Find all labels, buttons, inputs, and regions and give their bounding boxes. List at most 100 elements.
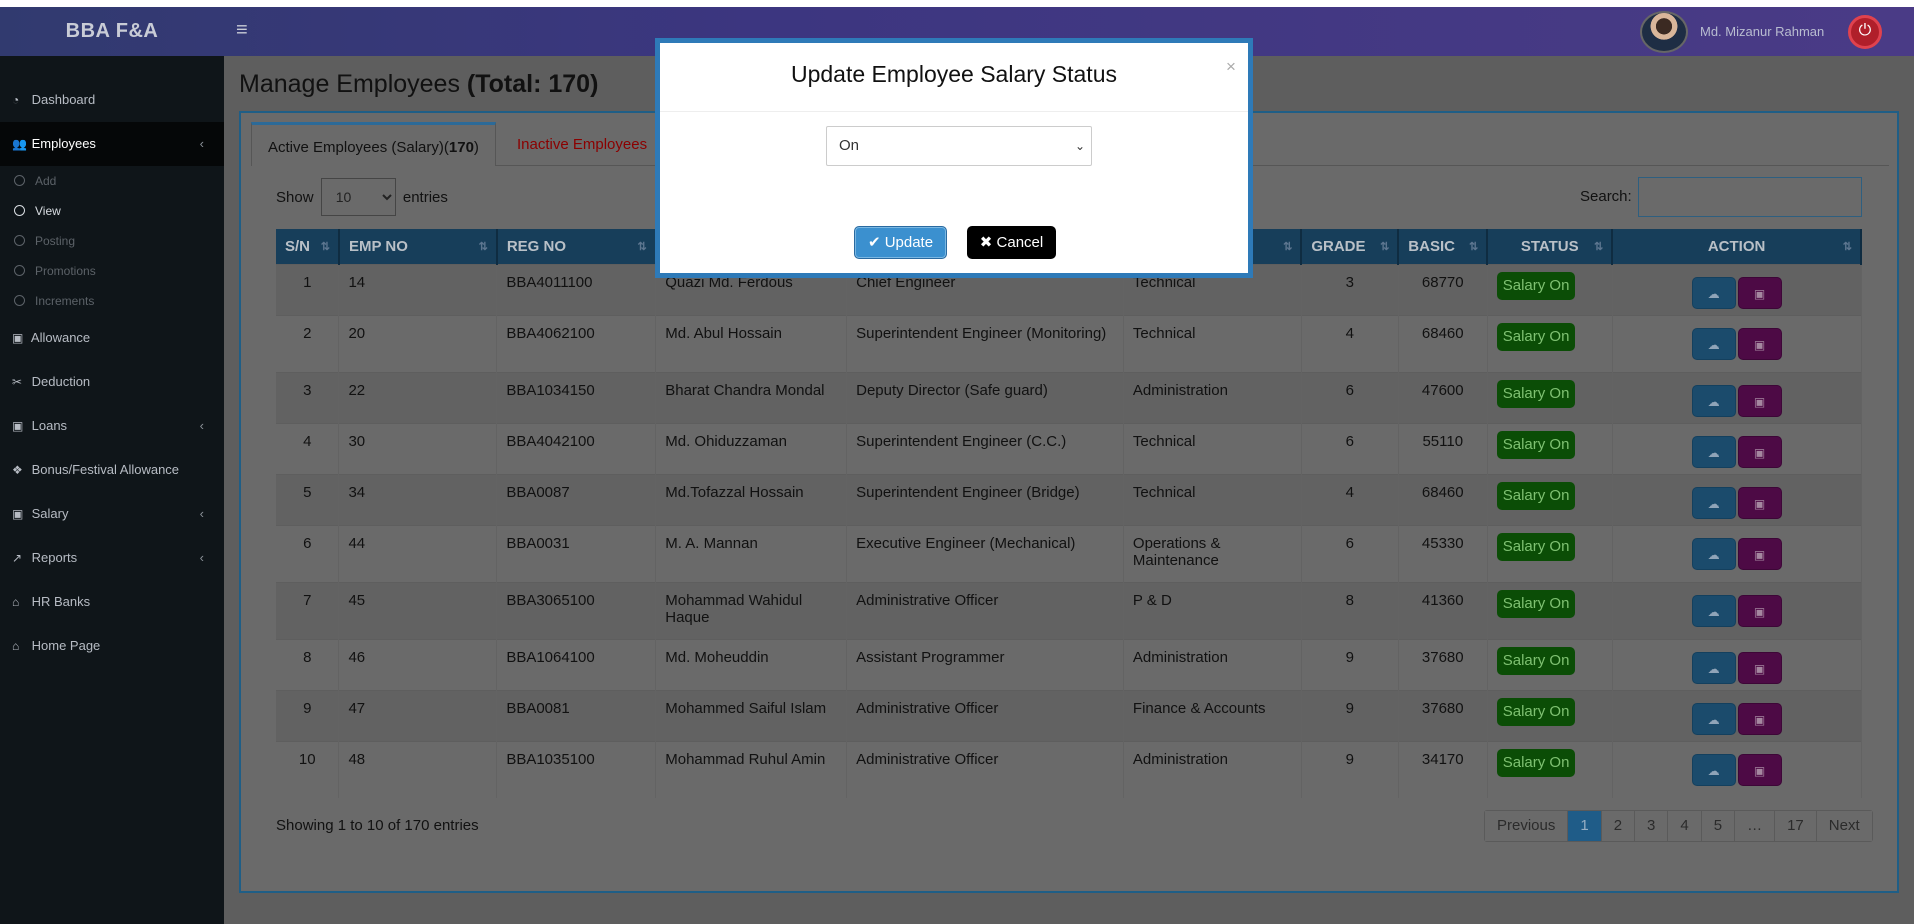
cell-department: Technical: [1123, 422, 1302, 474]
page-5[interactable]: 5: [1701, 811, 1736, 841]
sidebar-item-employees[interactable]: 👥 Employees ‹: [0, 122, 224, 166]
cell-basic: 68460: [1398, 473, 1488, 525]
sidebar-sub-increments[interactable]: Increments: [0, 286, 224, 316]
update-button[interactable]: ✔ Update: [854, 226, 947, 259]
cell-department: Administration: [1123, 638, 1302, 690]
money-button[interactable]: ▣: [1737, 651, 1782, 684]
money-button[interactable]: ▣: [1737, 753, 1782, 786]
cell-basic: 37680: [1398, 689, 1488, 741]
sidebar-item-reports[interactable]: ↗ Reports ‹: [0, 536, 224, 580]
status-badge: Salary On: [1496, 430, 1576, 459]
edit-salary-button[interactable]: ☁: [1691, 276, 1736, 309]
table-row: 5 34 BBA0087 Md.Tofazzal Hossain Superin…: [276, 473, 1862, 525]
status-badge: Salary On: [1496, 271, 1576, 300]
money-button[interactable]: ▣: [1737, 594, 1782, 627]
sidebar-item-dashboard[interactable]: ◔ Dashboard: [0, 78, 224, 122]
power-icon[interactable]: ⏻: [1848, 15, 1882, 49]
menu-toggle-icon[interactable]: ≡: [236, 19, 248, 42]
page-1[interactable]: 1: [1568, 811, 1602, 841]
sidebar-item-label: Salary: [31, 506, 69, 521]
edit-salary-button[interactable]: ☁: [1691, 486, 1736, 519]
status-badge: Salary On: [1496, 532, 1576, 561]
sidebar-item-bonus[interactable]: ❖ Bonus/Festival Allowance: [0, 448, 224, 492]
column-header-basic[interactable]: BASIC ⇅: [1398, 229, 1489, 264]
user-name[interactable]: Md. Mizanur Rahman: [1700, 24, 1824, 39]
cell-sn: 3: [276, 371, 340, 423]
cell-reg-no: BBA4042100: [496, 422, 657, 474]
sidebar-sub-promotions[interactable]: Promotions: [0, 256, 224, 286]
tab-active-employees[interactable]: Active Employees (Salary)(170): [251, 122, 496, 166]
column-header-emp-no[interactable]: EMP NO ⇅: [338, 229, 498, 264]
tab-inactive-employees[interactable]: Inactive Employees: [501, 122, 663, 166]
sidebar-item-loans[interactable]: ▣ Loans ‹: [0, 404, 224, 448]
page-4[interactable]: 4: [1668, 811, 1702, 841]
sidebar-sub-add[interactable]: Add: [0, 166, 224, 196]
cell-designation: Administrative Officer: [846, 689, 1124, 741]
money-button[interactable]: ▣: [1737, 327, 1782, 360]
edit-salary-button[interactable]: ☁: [1691, 651, 1736, 684]
sidebar-item-label: Bonus/Festival Allowance: [31, 462, 180, 477]
sidebar-sub-posting[interactable]: Posting: [0, 226, 224, 256]
cell-emp-no: 14: [338, 263, 498, 315]
sidebar-item-deduction[interactable]: ✂ Deduction: [0, 360, 224, 404]
edit-salary-button[interactable]: ☁: [1691, 702, 1736, 735]
edit-salary-button[interactable]: ☁: [1691, 435, 1736, 468]
column-header-label: ACTION: [1707, 237, 1766, 255]
page-17[interactable]: 17: [1775, 811, 1817, 841]
page-next[interactable]: Next: [1816, 811, 1872, 841]
money-button[interactable]: ▣: [1737, 435, 1782, 468]
sidebar-item-home-page[interactable]: ⌂ Home Page: [0, 624, 224, 668]
sidebar-sub-view[interactable]: View: [0, 196, 224, 226]
tab-count: 170: [448, 139, 474, 156]
avatar[interactable]: [1640, 11, 1688, 53]
cell-grade: 9: [1301, 689, 1399, 741]
sidebar-item-salary[interactable]: ▣ Salary ‹: [0, 492, 224, 536]
salary-status-select[interactable]: On ⌄: [826, 126, 1092, 166]
circle-icon: [14, 265, 25, 276]
modal-title: Update Employee Salary Status: [790, 61, 1117, 87]
edit-salary-button[interactable]: ☁: [1691, 594, 1736, 627]
circle-icon: [14, 235, 25, 246]
column-header-action[interactable]: ACTION ⇅: [1612, 229, 1862, 264]
money-icon: ▣: [12, 331, 24, 345]
column-header-status[interactable]: STATUS ⇅: [1487, 229, 1614, 264]
cell-name: Md.Tofazzal Hossain: [655, 473, 848, 525]
cell-emp-no: 46: [338, 638, 498, 690]
status-badge: Salary On: [1496, 748, 1576, 777]
money-button[interactable]: ▣: [1737, 702, 1782, 735]
column-header-grade[interactable]: GRADE ⇅: [1301, 229, 1400, 264]
edit-salary-button[interactable]: ☁: [1691, 384, 1736, 417]
sidebar-item-hr-banks[interactable]: ⌂ HR Banks: [0, 580, 224, 624]
cell-action: ☁ ▣: [1612, 263, 1862, 315]
sort-icon: ⇅: [1380, 241, 1390, 253]
sidebar-item-label: Allowance: [30, 330, 91, 345]
search-input[interactable]: [1638, 177, 1862, 217]
money-button[interactable]: ▣: [1737, 486, 1782, 519]
money-button[interactable]: ▣: [1737, 384, 1782, 417]
cancel-button[interactable]: ✖ Cancel: [967, 226, 1056, 259]
money-button[interactable]: ▣: [1737, 537, 1782, 570]
cell-sn: 10: [276, 740, 340, 798]
times-icon: ✖: [979, 234, 993, 251]
cell-status: Salary On: [1487, 524, 1613, 582]
edit-salary-button[interactable]: ☁: [1691, 327, 1736, 360]
column-header-sn[interactable]: S/N ⇅: [276, 229, 340, 264]
entries-select[interactable]: 10: [320, 178, 396, 216]
close-icon[interactable]: ×: [1226, 57, 1236, 77]
cell-action: ☁ ▣: [1612, 314, 1862, 372]
edit-salary-button[interactable]: ☁: [1691, 537, 1736, 570]
page-2[interactable]: 2: [1601, 811, 1636, 841]
cell-designation: Superintendent Engineer (Bridge): [846, 473, 1124, 525]
column-header-reg-no[interactable]: REG NO ⇅: [496, 229, 657, 264]
page-3[interactable]: 3: [1635, 811, 1669, 841]
cell-sn: 8: [276, 638, 340, 690]
cell-status: Salary On: [1487, 314, 1613, 372]
tab-label-end: ): [473, 139, 479, 156]
entries-control: Show 10 entries: [276, 178, 448, 216]
edit-salary-button[interactable]: ☁: [1691, 753, 1736, 786]
page-previous[interactable]: Previous: [1485, 811, 1569, 841]
sidebar-item-allowance[interactable]: ▣ Allowance: [0, 316, 224, 360]
money-button[interactable]: ▣: [1737, 276, 1782, 309]
brand-logo[interactable]: BBA F&A: [0, 7, 224, 56]
cell-reg-no: BBA1035100: [496, 740, 657, 798]
